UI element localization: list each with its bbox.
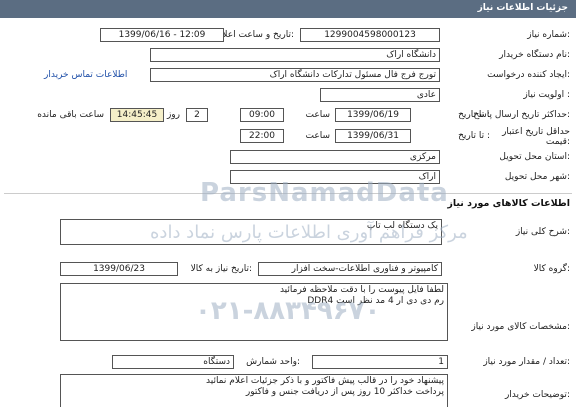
creator-field: تورج فرج فال مسئول تداركات دانشگاه اراک [150,68,440,82]
goods-group-label: گروه کالا: [533,264,570,274]
need-number-label: شماره نیاز: [527,30,570,40]
spec-field: لطفا فایل پیوست را با دقت ملاحظه فرمائید… [60,283,448,341]
city-field: اراک [230,170,440,184]
buyer-field: دانشگاه اراک [150,48,440,62]
quantity-label: تعداد / مقدار مورد نیاز: [483,357,570,367]
city-label: شهر محل تحویل: [504,172,570,182]
page-title: جزئیات اطلاعات نیاز [477,3,568,13]
contact-buyer-link[interactable]: اطلاعات تماس خریدار [44,70,127,80]
days-count-field: 2 [186,108,208,122]
price-validity-label: حداقل تاریخ اعتبار قیمت: [502,127,570,147]
remaining-label: ساعت باقی مانده [37,110,104,120]
province-label: استان محل تحویل: [499,152,570,162]
until-date-label-2: تا تاریخ : [458,131,490,141]
section-divider [4,193,572,194]
creator-label: ایجاد کننده درخواست: [487,70,570,80]
announce-datetime-field: 1399/06/16 - 12:09 [100,28,224,42]
buyer-notes-field: پیشنهاد خود را در قالب پیش فاکتور و با ذ… [60,374,448,407]
price-time-field: 22:00 [240,129,284,143]
province-field: مرکزی [230,150,440,164]
spec-line-1: لطفا فایل پیوست را با دقت ملاحظه فرمائید [279,285,444,295]
summary-label: شرح کلی نیاز: [515,227,570,237]
spec-line-2: رم دی دی ار 4 مد نظر است DDR4 [307,296,444,306]
page-header: جزئیات اطلاعات نیاز [0,0,576,18]
goods-group-field: کامپیوتر و فناوری اطلاعات-سخت افزار [258,262,442,276]
price-date-field: 1399/06/31 [335,129,411,143]
unit-field: دستگاه [112,355,234,369]
remaining-time-field: 14:45:45 [110,108,164,122]
need-number-field: 1299004598000123 [300,28,440,42]
summary-field: یک دستگاه لب تاپ [60,219,442,245]
send-time-field: 09:00 [240,108,284,122]
time-label-2: ساعت [305,131,331,141]
spec-label: مشخصات کالای مورد نیاز: [471,322,570,332]
time-label: ساعت [305,110,331,120]
need-date-label: تاریخ نیاز به کالا: [190,264,252,274]
unit-label: واحد شمارش: [246,357,300,367]
quantity-field: 1 [312,355,448,369]
priority-field: عادی [320,88,440,102]
send-date-field: 1399/06/19 [335,108,411,122]
buyer-notes-label: توضیحات خریدار: [504,390,570,400]
goods-section-title: اطلاعات کالاهای مورد نیاز [447,198,570,209]
notes-line-2: پرداخت خداکثر 10 روز پس از دریافت جنس و … [245,387,444,397]
need-date-field: 1399/06/23 [60,262,178,276]
notes-line-1: پیشنهاد خود را در قالب پیش فاکتور و با ذ… [206,376,444,386]
buyer-label: نام دستگاه خریدار: [499,50,570,60]
priority-label: اولویت نیاز : [523,90,570,100]
until-date-label: تا تاریخ : [458,110,490,120]
